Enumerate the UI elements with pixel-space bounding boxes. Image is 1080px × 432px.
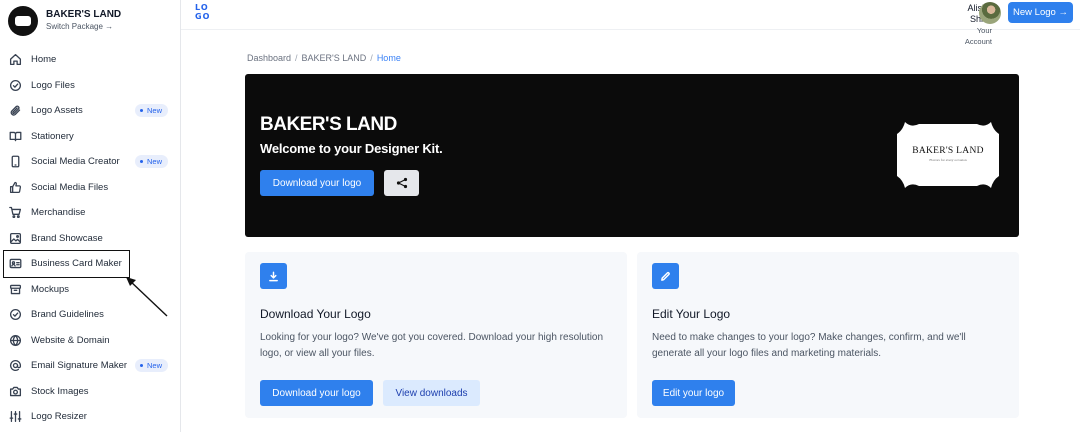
new-badge: New bbox=[135, 155, 169, 168]
brand-switcher[interactable]: BAKER'S LAND Switch Package → bbox=[8, 5, 178, 37]
hero-banner: BAKER'S LAND Welcome to your Designer Ki… bbox=[245, 74, 1019, 237]
avatar[interactable] bbox=[979, 2, 1001, 24]
breadcrumb-separator: / bbox=[295, 53, 298, 63]
share-icon bbox=[396, 177, 407, 189]
breadcrumb-brand[interactable]: BAKER'S LAND bbox=[302, 53, 367, 63]
sidebar-nav: Home Logo Files Logo Assets New Statione… bbox=[0, 47, 180, 430]
cart-icon bbox=[9, 206, 22, 219]
card-description: Looking for your logo? We've got you cov… bbox=[260, 332, 604, 359]
breadcrumb-home: Home bbox=[376, 53, 401, 63]
book-icon bbox=[9, 130, 22, 143]
hero-download-button[interactable]: Download your logo bbox=[260, 170, 374, 196]
breadcrumb-dashboard[interactable]: Dashboard bbox=[247, 53, 291, 63]
sidebar-item-label: Merchandise bbox=[31, 207, 86, 219]
sidebar-item-website-domain[interactable]: Website & Domain bbox=[0, 328, 180, 354]
sidebar-item-label: Logo Files bbox=[31, 79, 75, 91]
sidebar-item-email-signature-maker[interactable]: Email Signature Maker New bbox=[0, 353, 180, 379]
brand-logo bbox=[8, 6, 38, 36]
hero-title: BAKER'S LAND bbox=[260, 114, 397, 135]
hero-subtitle: Welcome to your Designer Kit. bbox=[260, 141, 443, 156]
sidebar-item-label: Mockups bbox=[31, 283, 70, 295]
view-downloads-button[interactable]: View downloads bbox=[383, 380, 480, 406]
camera-icon bbox=[9, 385, 22, 398]
user-account-link: Your Account bbox=[964, 26, 992, 46]
sidebar-item-business-card-maker[interactable]: Business Card Maker bbox=[3, 250, 130, 278]
download-icon bbox=[260, 263, 287, 289]
check-circle-icon bbox=[9, 79, 22, 92]
app-logo-mark: GO bbox=[195, 11, 211, 21]
new-logo-button[interactable]: New Logo → bbox=[1008, 2, 1073, 23]
home-icon bbox=[9, 53, 22, 66]
breadcrumb-separator: / bbox=[370, 53, 373, 63]
sidebar-item-label: Brand Showcase bbox=[31, 232, 103, 244]
sliders-icon bbox=[9, 410, 22, 423]
sidebar-item-label: Home bbox=[31, 54, 57, 66]
box-icon bbox=[9, 283, 22, 296]
edit-logo-card: Edit Your Logo Need to make changes to y… bbox=[637, 252, 1019, 418]
sidebar-item-label: Email Signature Maker bbox=[31, 360, 128, 372]
check-badge-icon bbox=[9, 308, 22, 321]
globe-icon bbox=[9, 334, 22, 347]
download-logo-button[interactable]: Download your logo bbox=[260, 380, 373, 406]
new-badge: New bbox=[135, 359, 169, 372]
brand-name: BAKER'S LAND bbox=[46, 9, 122, 20]
card-description: Need to make changes to your logo? Make … bbox=[652, 332, 966, 359]
download-logo-card: Download Your Logo Looking for your logo… bbox=[245, 252, 627, 418]
pencil-icon bbox=[652, 263, 679, 289]
sidebar-item-label: Brand Guidelines bbox=[31, 309, 104, 321]
annotation-arrow-icon bbox=[126, 277, 168, 317]
id-card-icon bbox=[9, 257, 22, 270]
sidebar-item-logo-files[interactable]: Logo Files bbox=[0, 73, 180, 99]
sidebar-item-label: Social Media Files bbox=[31, 181, 109, 193]
card-title: Edit Your Logo bbox=[652, 307, 731, 321]
sidebar-item-merchandise[interactable]: Merchandise bbox=[0, 200, 180, 226]
sidebar-item-brand-showcase[interactable]: Brand Showcase bbox=[0, 226, 180, 252]
sidebar-item-label: Website & Domain bbox=[31, 334, 110, 346]
at-sign-icon bbox=[9, 359, 22, 372]
sidebar-item-stock-images[interactable]: Stock Images bbox=[0, 379, 180, 405]
brand-logo-tagline: Flavors for every occasion bbox=[929, 158, 967, 162]
sidebar-item-label: Business Card Maker bbox=[31, 258, 122, 270]
phone-icon bbox=[9, 155, 22, 168]
sidebar: BAKER'S LAND Switch Package → Home Logo … bbox=[0, 0, 181, 432]
sidebar-item-label: Social Media Creator bbox=[31, 156, 120, 168]
share-button[interactable] bbox=[384, 170, 419, 196]
new-badge: New bbox=[135, 104, 169, 117]
sidebar-item-social-media-creator[interactable]: Social Media Creator New bbox=[0, 149, 180, 175]
sidebar-item-social-media-files[interactable]: Social Media Files bbox=[0, 175, 180, 201]
sidebar-item-logo-assets[interactable]: Logo Assets New bbox=[0, 98, 180, 124]
breadcrumb: Dashboard / BAKER'S LAND / Home bbox=[247, 53, 401, 63]
switch-package-link[interactable]: Switch Package → bbox=[46, 21, 121, 33]
sidebar-item-label: Logo Resizer bbox=[31, 411, 87, 423]
sidebar-item-label: Logo Assets bbox=[31, 105, 83, 117]
app-logo[interactable]: LO GO bbox=[195, 3, 213, 24]
sidebar-item-home[interactable]: Home bbox=[0, 47, 180, 73]
edit-logo-button[interactable]: Edit your logo bbox=[652, 380, 735, 406]
image-icon bbox=[9, 232, 22, 245]
card-title: Download Your Logo bbox=[260, 307, 371, 321]
brand-logo-text: BAKER'S LAND bbox=[912, 146, 984, 156]
top-bar: LO GO bbox=[181, 0, 1080, 30]
sidebar-item-label: Stationery bbox=[31, 130, 74, 142]
thumbs-up-icon bbox=[9, 181, 22, 194]
sidebar-item-label: Stock Images bbox=[31, 385, 89, 397]
sidebar-item-logo-resizer[interactable]: Logo Resizer bbox=[0, 404, 180, 430]
sidebar-item-stationery[interactable]: Stationery bbox=[0, 124, 180, 150]
paperclip-icon bbox=[9, 104, 22, 117]
